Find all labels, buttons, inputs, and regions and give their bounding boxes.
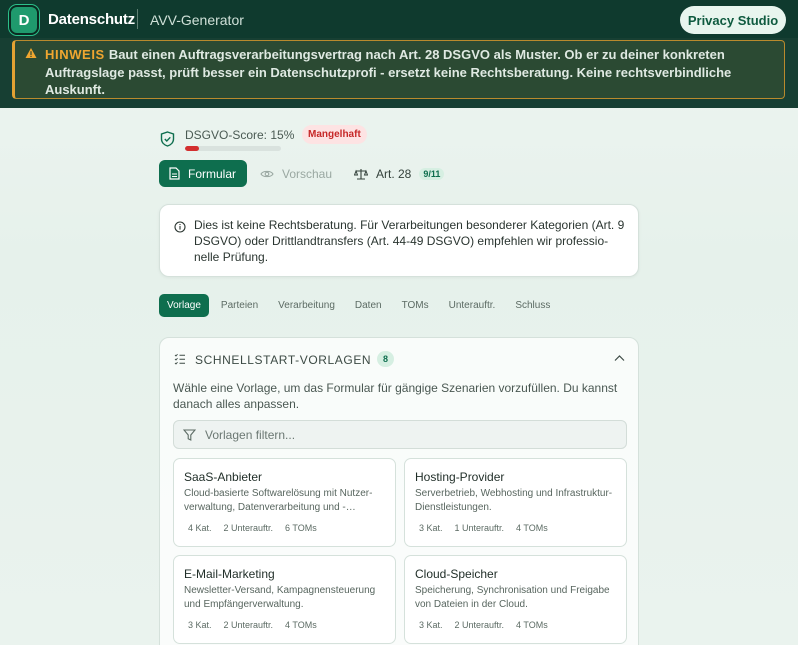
shield-check-icon (160, 131, 175, 147)
step-tab-verarbeitung[interactable]: Verarbeitung (270, 294, 343, 317)
score-progress-bar (185, 146, 281, 151)
template-card-subprocessors: 2 Unterauftr. (223, 523, 274, 533)
step-tab-unterauftr[interactable]: Unterauftr. (441, 294, 504, 317)
template-filter[interactable] (173, 420, 627, 449)
step-tab-vorlage[interactable]: Vorlage (159, 294, 209, 317)
tab-formular[interactable]: Formular (159, 160, 247, 187)
template-card-subprocessors: 2 Unterauftr. (454, 620, 505, 630)
art28-progress-badge: 9/11 (419, 168, 445, 180)
template-card-title: E-Mail-Marketing (184, 567, 275, 581)
template-card-title: SaaS-Anbieter (184, 470, 263, 484)
brand-name[interactable]: Datenschutz (48, 11, 135, 28)
template-card-description: Serverbetrieb, Webhosting und Infrastruk… (415, 488, 613, 513)
template-filter-input[interactable] (205, 427, 605, 442)
template-card-hosting[interactable]: Hosting-Provider Serverbetrieb, Webhosti… (404, 458, 627, 547)
app-subtitle: AVV-Generator (150, 12, 244, 28)
template-card-saas[interactable]: SaaS-Anbieter Cloud-basierte Softwarelös… (173, 458, 396, 547)
tab-art28[interactable]: Art. 28 9/11 (354, 167, 445, 181)
template-card-cloud-storage[interactable]: Cloud-Speicher Speicherung, Synchronisat… (404, 555, 627, 644)
template-card-meta: 3 Kat. 2 Unterauftr. 4 TOMs (419, 620, 560, 630)
filter-icon (183, 428, 196, 441)
checklist-icon (174, 353, 185, 365)
warning-message: Baut einen Auftragsverarbeitungsvertrag … (45, 47, 732, 97)
template-card-meta: 4 Kat. 2 Unterauftr. 6 TOMs (188, 523, 329, 533)
step-tab-toms[interactable]: TOMs (394, 294, 437, 317)
banner-area: HINWEIS Baut einen Auftragsverarbeitungsv… (0, 38, 798, 108)
warning-triangle-icon (25, 48, 37, 58)
template-card-toms: 4 TOMs (516, 620, 548, 630)
disclaimer-box: Dies ist keine Rechtsberatung. Für Verar… (159, 204, 639, 277)
warning-banner: HINWEIS Baut einen Auftragsverarbeitungsv… (12, 40, 785, 99)
quickstart-templates-panel: SCHNELLSTART-VORLAGEN 8 Wähle eine Vorla… (159, 337, 639, 645)
disclaimer-text: Dies ist keine Rechtsberatung. Für Verar… (194, 218, 625, 264)
templates-description: Wähle eine Vorlage, um das Formular für … (173, 381, 618, 411)
template-card-description: Cloud-basierte Softwarelösung mit Nutzer… (184, 488, 373, 513)
tab-vorschau-label: Vorschau (282, 167, 333, 181)
template-card-toms: 6 TOMs (285, 523, 317, 533)
privacy-studio-button[interactable]: Privacy Studio (680, 6, 786, 34)
chevron-up-icon[interactable] (614, 354, 625, 362)
template-card-title: Hosting-Provider (415, 470, 505, 484)
tab-art28-label: Art. 28 (376, 167, 412, 181)
info-circle-icon (174, 221, 186, 233)
warning-label: HINWEIS (45, 47, 105, 62)
header-divider (137, 9, 138, 29)
top-bar: D Datenschutz AVV-Generator Privacy Stud… (0, 0, 798, 38)
templates-title: SCHNELLSTART-VORLAGEN (195, 353, 372, 367)
score-progress-fill (185, 146, 200, 151)
templates-count-badge: 8 (377, 351, 394, 367)
step-tab-schluss[interactable]: Schluss (507, 294, 558, 317)
template-card-description: Speicherung, Synchronisation und Freigab… (415, 585, 610, 610)
template-card-categories: 3 Kat. (419, 620, 443, 630)
template-card-categories: 3 Kat. (419, 523, 443, 533)
step-tabs: Vorlage Parteien Verarbeitung Daten TOMs… (159, 294, 562, 317)
logo-icon[interactable]: D (9, 5, 39, 35)
template-card-title: Cloud-Speicher (415, 567, 498, 581)
step-tab-parteien[interactable]: Parteien (213, 294, 266, 317)
score-status-badge: Mangelhaft (302, 125, 367, 144)
template-card-email-marketing[interactable]: E-Mail-Marketing Newsletter-Versand, Kam… (173, 555, 396, 644)
template-card-meta: 3 Kat. 2 Unterauftr. 4 TOMs (188, 620, 329, 630)
template-card-toms: 4 TOMs (516, 523, 548, 533)
warning-text: HINWEIS Baut einen Auftragsverarbeitungsv… (45, 46, 765, 99)
document-icon (169, 167, 180, 180)
template-card-description: Newsletter-Versand, Kampagnensteuerung u… (184, 585, 376, 610)
eye-icon (260, 170, 274, 178)
template-card-subprocessors: 1 Unterauftr. (454, 523, 505, 533)
template-card-meta: 3 Kat. 1 Unterauftr. 4 TOMs (419, 523, 560, 533)
tab-vorschau[interactable]: Vorschau (260, 167, 332, 181)
scale-icon (354, 169, 368, 180)
template-card-categories: 4 Kat. (188, 523, 212, 533)
template-card-subprocessors: 2 Unterauftr. (223, 620, 274, 630)
tab-formular-label: Formular (188, 166, 237, 181)
template-card-toms: 4 TOMs (285, 620, 317, 630)
template-card-categories: 3 Kat. (188, 620, 212, 630)
step-tab-daten[interactable]: Daten (347, 294, 390, 317)
dsgvo-score-label: DSGVO-Score: 15% (185, 128, 295, 142)
